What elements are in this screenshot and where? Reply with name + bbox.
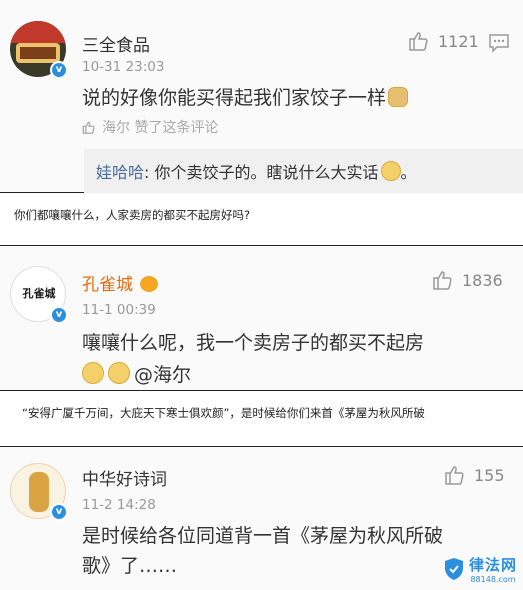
caption-second: “安得广厦千万间，大庇天下寒士俱欢颜”，是时候给你们来首《茅屋为秋风所破 <box>22 406 425 420</box>
verified-badge-icon: v <box>50 503 68 521</box>
like-button[interactable]: 1121 <box>408 31 479 51</box>
like-count: 1121 <box>438 31 479 51</box>
avatar-logo-text: 孔雀城 <box>22 287 56 300</box>
comment-card-kongquecheng: 孔雀城 v 孔雀城 11-1 00:39 1836 嚷嚷什么呢，我一个卖房子的都… <box>0 245 523 391</box>
comment-time: 11-1 00:39 <box>82 302 156 318</box>
commenter-name[interactable]: 三全食品 <box>82 31 150 56</box>
comment-card-zhonghuahaoshici: v 中华好诗词 11-2 14:28 155 是时候给各位同道背一首《茅屋为秋风… <box>0 446 523 590</box>
comment-icon[interactable] <box>488 33 510 53</box>
comment-time: 10-31 23:03 <box>82 59 165 75</box>
dog-emoji-icon <box>388 87 409 107</box>
thumbs-up-icon <box>445 466 464 485</box>
reply-box[interactable]: 娃哈哈: 你个卖饺子的。瞎说什么大实话。 <box>84 149 523 193</box>
commenter-name[interactable]: 孔雀城 <box>82 270 159 295</box>
like-count: 155 <box>474 465 505 485</box>
commenter-name[interactable]: 中华好诗词 <box>82 465 167 490</box>
thumbs-up-icon <box>433 271 452 290</box>
reply-text: 娃哈哈: 你个卖饺子的。瞎说什么大实话。 <box>96 161 417 182</box>
like-button[interactable]: 1836 <box>432 270 503 290</box>
grin-emoji-icon <box>380 161 401 181</box>
crown-badge-icon <box>140 276 159 292</box>
tearful-emoji-icon <box>108 362 130 384</box>
comment-text: 嚷嚷什么呢，我一个卖房子的都买不起房 @海尔 <box>82 332 425 386</box>
like-count: 1836 <box>462 270 503 290</box>
like-button[interactable]: 155 <box>444 465 505 485</box>
thumbs-up-icon <box>409 32 428 51</box>
mention-link[interactable]: @海尔 <box>134 364 191 386</box>
verified-badge-icon: v <box>50 61 68 79</box>
comment-text: 说的好像你能买得起我们家饺子一样 <box>82 83 409 113</box>
tearful-emoji-icon <box>82 362 104 384</box>
caption-first: 你们都嚷嚷什么，人家卖房的都买不起房好吗? <box>14 208 251 222</box>
watermark-title: 律法网 <box>468 556 517 574</box>
avatar[interactable]: 孔雀城 v <box>10 266 68 324</box>
shield-logo-icon <box>444 558 463 580</box>
reply-username[interactable]: 娃哈哈 <box>96 163 144 182</box>
avatar[interactable]: v <box>10 21 68 79</box>
avatar[interactable]: v <box>10 463 68 521</box>
verified-badge-icon: v <box>50 306 68 324</box>
comment-time: 11-2 14:28 <box>82 497 156 513</box>
site-watermark: 律法网 88148.com <box>443 554 517 584</box>
comment-card-sanquan: v 三全食品 10-31 23:03 1121 说的好像你能买得起我们家饺子一样… <box>0 0 523 193</box>
thumbs-up-icon <box>82 121 95 134</box>
watermark-url: 88148.com <box>470 575 516 584</box>
liked-by-row: 海尔 赞了这条评论 <box>82 117 218 137</box>
